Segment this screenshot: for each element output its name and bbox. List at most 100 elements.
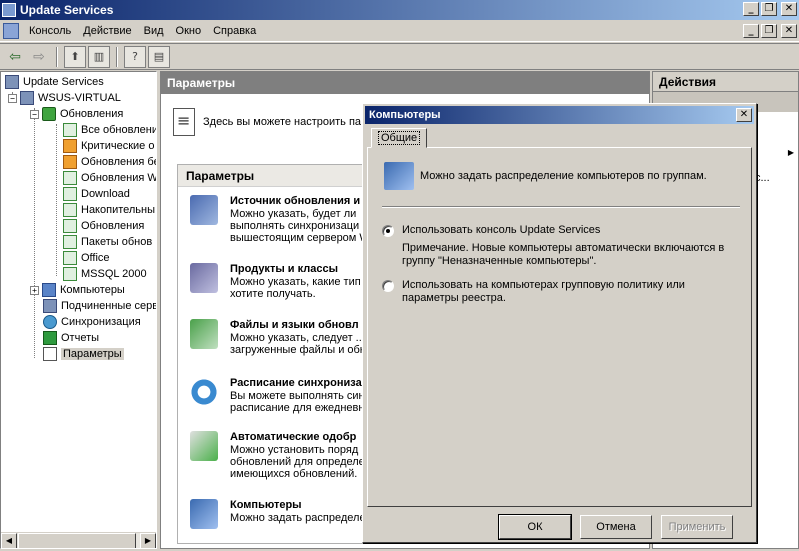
scroll-right-icon[interactable]: ▶: [140, 533, 156, 548]
option-update-source[interactable]: Источник обновления и Можно указать, буд…: [190, 195, 370, 244]
tree-item-wsus-updates[interactable]: Обновления W: [63, 170, 156, 186]
option-files-languages[interactable]: Файлы и языки обновл Можно указать, след…: [190, 319, 366, 356]
tree-item-service-packs[interactable]: Пакеты обнов: [63, 234, 152, 250]
menu-view[interactable]: Вид: [138, 25, 170, 37]
menu-help[interactable]: Справка: [207, 25, 262, 37]
scroll-thumb[interactable]: [18, 533, 136, 548]
tree-item-server[interactable]: − WSUS-VIRTUAL: [8, 90, 121, 106]
computers-dialog: Компьютеры ✕ Общие Можно задать распреде…: [362, 103, 757, 543]
option-computers[interactable]: Компьютеры Можно задать распределе: [190, 499, 366, 529]
option-auto-approvals[interactable]: Автоматические одобр Можно установить по…: [190, 431, 365, 480]
tree-item-office[interactable]: Office: [63, 250, 110, 266]
minimize-icon[interactable]: _: [743, 2, 759, 16]
files-languages-icon: [190, 319, 218, 349]
tree-item-reports[interactable]: Отчеты: [43, 330, 99, 346]
update-view-icon: [63, 235, 77, 249]
child-minimize-icon[interactable]: _: [743, 24, 759, 38]
computers-icon: [42, 283, 56, 297]
child-close-icon[interactable]: ✕: [781, 24, 797, 38]
tree-item-root[interactable]: Update Services: [5, 74, 104, 90]
restore-icon[interactable]: ❐: [761, 2, 777, 16]
option-products-classes[interactable]: Продукты и классы Можно указать, какие т…: [190, 263, 361, 300]
back-arrow-icon[interactable]: ⇦: [4, 46, 26, 68]
auto-approvals-icon: [190, 431, 218, 461]
expand-icon[interactable]: +: [30, 285, 39, 295]
help-icon[interactable]: ?: [124, 45, 146, 68]
tree-horizontal-scrollbar[interactable]: ◀ ▶: [1, 532, 156, 548]
dialog-intro: Можно задать распределение компьютеров п…: [384, 162, 707, 190]
products-classes-icon: [190, 263, 218, 293]
options-icon: [43, 347, 57, 361]
tree-line: [56, 124, 57, 276]
action-truncated[interactable]: с...: [755, 172, 770, 184]
radio-use-console-button[interactable]: [382, 225, 394, 237]
child-restore-icon[interactable]: ❐: [761, 24, 777, 38]
toolbar-separator: [56, 46, 58, 67]
menu-bar: Консоль Действие Вид Окно Справка _ ❐ ✕: [0, 20, 799, 42]
update-view-icon: [63, 123, 77, 137]
pane-intro: Здесь вы можете настроить па: [173, 108, 361, 136]
tab-general[interactable]: Общие: [371, 128, 428, 148]
collapse-icon[interactable]: −: [8, 93, 17, 103]
title-bar: Update Services _ ❐ ✕: [0, 0, 799, 20]
sync-schedule-icon: [190, 377, 218, 407]
menu-window[interactable]: Окно: [170, 25, 208, 37]
radio-use-console[interactable]: Использовать консоль Update Services: [382, 224, 600, 237]
update-view-icon: [63, 251, 77, 265]
child-window-controls: _ ❐ ✕: [743, 24, 797, 38]
dialog-title-bar: Компьютеры ✕: [365, 106, 754, 124]
reports-icon: [43, 331, 57, 345]
update-view-icon: [63, 267, 77, 281]
option-note: Примечание. Новые компьютеры автоматичес…: [402, 242, 725, 267]
apply-button[interactable]: Применить: [661, 515, 733, 539]
menu-console[interactable]: Консоль: [23, 25, 77, 37]
close-icon[interactable]: ✕: [781, 2, 797, 16]
tree-item-downstream[interactable]: Подчиненные серв: [43, 298, 156, 314]
toolbar-separator-2: [116, 46, 118, 67]
action-pane-icon[interactable]: ▤: [148, 45, 170, 68]
critical-update-icon: [63, 139, 77, 153]
radio-use-group-policy-button[interactable]: [382, 280, 394, 292]
show-tree-icon[interactable]: ▥: [88, 45, 110, 68]
tree-item-mssql[interactable]: MSSQL 2000: [63, 266, 147, 282]
update-services-icon: [5, 75, 19, 89]
up-folder-icon[interactable]: ⬆: [64, 45, 86, 68]
tree-item-options[interactable]: Параметры: [43, 346, 124, 362]
tree-item-rollups[interactable]: Накопительны: [63, 202, 155, 218]
tree-item-critical-updates[interactable]: Критические о: [63, 138, 154, 154]
tree-item-computers[interactable]: + Компьютеры: [30, 282, 125, 298]
downstream-servers-icon: [43, 299, 57, 313]
updates-icon: [42, 107, 56, 121]
console-icon[interactable]: [3, 22, 19, 39]
submenu-arrow-icon[interactable]: ▶: [788, 148, 794, 157]
server-icon: [20, 91, 34, 105]
computers-option-icon: [190, 499, 218, 529]
menu-action[interactable]: Действие: [77, 25, 137, 37]
option-sync-schedule[interactable]: Расписание синхрониза Вы можете выполнят…: [190, 377, 365, 414]
ok-button[interactable]: ОК: [498, 514, 572, 540]
tree-item-updates-view[interactable]: Обновления: [63, 218, 144, 234]
tree-item-security-updates[interactable]: Обновления бе: [63, 154, 156, 170]
navigation-tree: Update Services − WSUS-VIRTUAL − Обновле…: [0, 71, 157, 549]
dialog-close-icon[interactable]: ✕: [736, 108, 752, 122]
computers-icon: [384, 162, 414, 190]
options-document-icon: [173, 108, 195, 136]
update-view-icon: [63, 219, 77, 233]
forward-arrow-icon[interactable]: ⇨: [28, 46, 50, 68]
cancel-button[interactable]: Отмена: [580, 515, 652, 539]
update-view-icon: [63, 171, 77, 185]
radio-use-group-policy[interactable]: Использовать на компьютерах групповую по…: [382, 279, 722, 305]
security-update-icon: [63, 155, 77, 169]
tree-item-all-updates[interactable]: Все обновления: [63, 122, 156, 138]
dialog-title: Компьютеры: [369, 109, 441, 121]
collapse-icon[interactable]: −: [30, 109, 39, 119]
tree-line: [34, 108, 35, 358]
tree-item-updates[interactable]: − Обновления: [30, 106, 123, 122]
tree-item-download[interactable]: Download: [63, 186, 130, 202]
divider: [382, 206, 740, 208]
scroll-left-icon[interactable]: ◀: [1, 533, 17, 548]
tree-item-sync[interactable]: Синхронизация: [43, 314, 141, 330]
option-desc-1: Можно указать, будет ли выполнять синхрон…: [230, 208, 370, 244]
general-tab-panel: Можно задать распределение компьютеров п…: [367, 147, 752, 507]
update-source-icon: [190, 195, 218, 225]
